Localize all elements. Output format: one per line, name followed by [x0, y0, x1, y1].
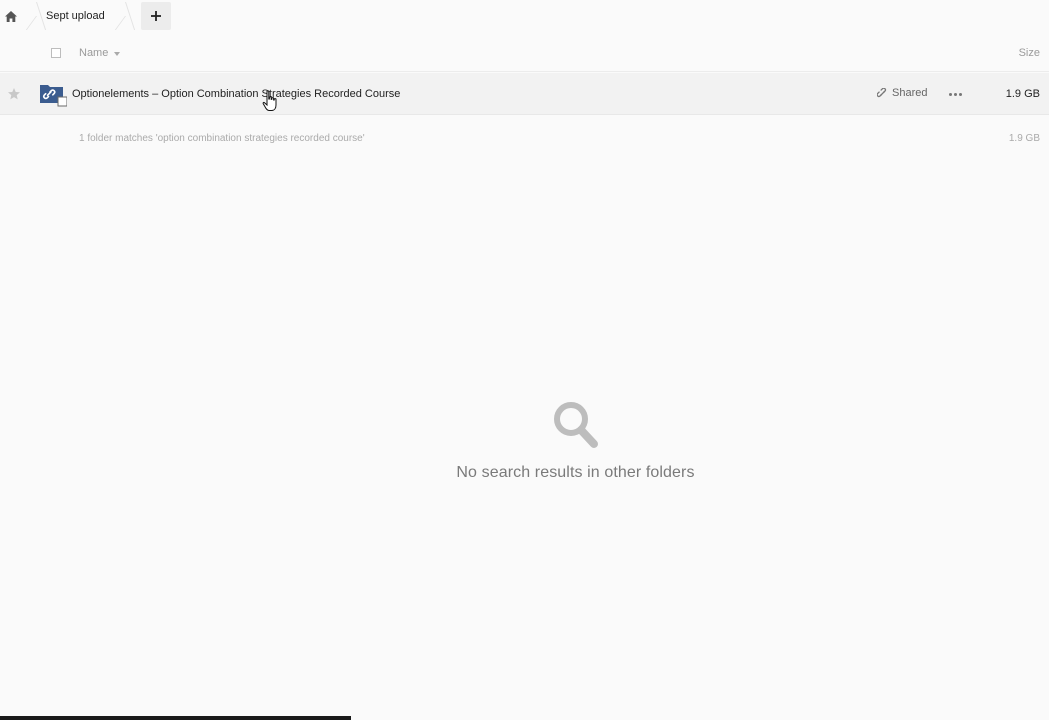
- hand-cursor-icon: [262, 90, 277, 111]
- files-app: Sept upload Name Size Optionelements – O…: [0, 0, 1049, 720]
- file-size: 1.9 GB: [1005, 88, 1040, 100]
- more-icon: [948, 92, 952, 96]
- shared-folder-icon: [40, 85, 67, 107]
- sort-caret-icon: [114, 51, 121, 56]
- new-button[interactable]: [140, 2, 171, 30]
- breadcrumb-separator: [22, 0, 36, 32]
- empty-state: No search results in other folders: [0, 400, 1049, 482]
- file-name[interactable]: Optionelements – Option Combination Stra…: [72, 88, 400, 100]
- file-row[interactable]: Optionelements – Option Combination Stra…: [0, 73, 1049, 115]
- breadcrumb-separator: [111, 0, 125, 32]
- more-actions-button[interactable]: [944, 86, 966, 102]
- favorite-star-icon[interactable]: [7, 87, 21, 101]
- search-icon: [553, 402, 598, 448]
- progress-bar-fill: [0, 716, 352, 720]
- more-icon-dot: [958, 92, 962, 96]
- sort-by-name[interactable]: Name: [79, 47, 121, 59]
- select-all-checkbox[interactable]: [51, 48, 61, 58]
- share-status-button[interactable]: Shared: [877, 87, 927, 99]
- breadcrumb-folder[interactable]: Sept upload: [36, 0, 111, 32]
- empty-state-message: No search results in other folders: [456, 464, 695, 481]
- shared-label: Shared: [892, 87, 928, 99]
- sort-by-size[interactable]: Size: [1019, 47, 1040, 59]
- search-summary-size: 1.9 GB: [1008, 133, 1040, 144]
- more-icon-dot: [953, 92, 957, 96]
- file-list-header: Name Size: [0, 36, 1049, 72]
- column-name-label: Name: [79, 47, 109, 59]
- plus-icon: [150, 11, 161, 21]
- home-icon: [5, 10, 17, 22]
- link-icon: [877, 87, 887, 97]
- search-summary: 1 folder matches 'option combination str…: [79, 133, 365, 144]
- progress-bar: [0, 716, 1049, 720]
- breadcrumb: Sept upload: [0, 0, 1049, 32]
